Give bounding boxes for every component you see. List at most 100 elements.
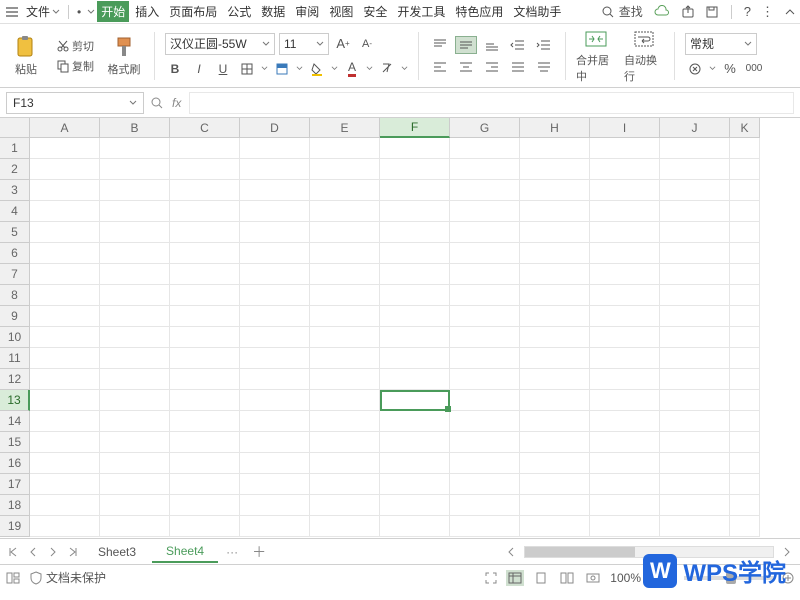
fill-color-button[interactable] [307,59,327,79]
cell-D10[interactable] [240,327,310,348]
cell-K15[interactable] [730,432,760,453]
cell-B8[interactable] [100,285,170,306]
cell-G19[interactable] [450,516,520,537]
cell-F19[interactable] [380,516,450,537]
tab-doc-helper[interactable]: 文档助手 [509,1,565,22]
cell-G9[interactable] [450,306,520,327]
cell-E14[interactable] [310,411,380,432]
cell-E10[interactable] [310,327,380,348]
tab-page-layout[interactable]: 页面布局 [165,1,221,22]
cell-J10[interactable] [660,327,730,348]
cell-A6[interactable] [30,243,100,264]
cell-A1[interactable] [30,138,100,159]
cell-D2[interactable] [240,159,310,180]
cell-F8[interactable] [380,285,450,306]
tab-review[interactable]: 审阅 [291,1,323,22]
cell-I12[interactable] [590,369,660,390]
row-header-5[interactable]: 5 [0,222,30,243]
collapse-ribbon-icon[interactable] [784,6,796,18]
row-header-17[interactable]: 17 [0,474,30,495]
cell-K1[interactable] [730,138,760,159]
cell-J12[interactable] [660,369,730,390]
cell-C2[interactable] [170,159,240,180]
font-color-button[interactable]: A [342,59,362,79]
help-icon[interactable]: ? [744,4,751,19]
column-header-B[interactable]: B [100,118,170,138]
cell-I14[interactable] [590,411,660,432]
cell-B9[interactable] [100,306,170,327]
cell-H5[interactable] [520,222,590,243]
cell-F11[interactable] [380,348,450,369]
cell-G2[interactable] [450,159,520,180]
cell-G5[interactable] [450,222,520,243]
cell-K9[interactable] [730,306,760,327]
cell-I19[interactable] [590,516,660,537]
cell-H6[interactable] [520,243,590,264]
cell-A14[interactable] [30,411,100,432]
cloud-sync-icon[interactable] [653,5,671,19]
cell-I17[interactable] [590,474,660,495]
halign-right-button[interactable] [481,58,503,76]
cell-E2[interactable] [310,159,380,180]
cell-C17[interactable] [170,474,240,495]
cell-I5[interactable] [590,222,660,243]
cell-K7[interactable] [730,264,760,285]
overflow-dot[interactable]: • [73,5,85,19]
cell-J9[interactable] [660,306,730,327]
row-header-8[interactable]: 8 [0,285,30,306]
row-header-1[interactable]: 1 [0,138,30,159]
cell-J6[interactable] [660,243,730,264]
cell-G1[interactable] [450,138,520,159]
bold-button[interactable]: B [165,59,185,79]
cell-A7[interactable] [30,264,100,285]
cell-E5[interactable] [310,222,380,243]
zoom-text[interactable]: 100% [610,571,641,585]
row-header-14[interactable]: 14 [0,411,30,432]
cell-E4[interactable] [310,201,380,222]
cell-H17[interactable] [520,474,590,495]
valign-top-button[interactable] [429,36,451,54]
cell-K2[interactable] [730,159,760,180]
cell-C11[interactable] [170,348,240,369]
cell-D16[interactable] [240,453,310,474]
cell-G10[interactable] [450,327,520,348]
cell-K5[interactable] [730,222,760,243]
cell-E6[interactable] [310,243,380,264]
cell-B1[interactable] [100,138,170,159]
row-header-16[interactable]: 16 [0,453,30,474]
column-header-K[interactable]: K [730,118,760,138]
hscroll-thumb[interactable] [525,547,635,557]
tab-security[interactable]: 安全 [359,1,391,22]
column-header-F[interactable]: F [380,118,450,138]
zoom-out-button[interactable] [664,572,676,584]
cell-E16[interactable] [310,453,380,474]
cell-K3[interactable] [730,180,760,201]
row-header-9[interactable]: 9 [0,306,30,327]
cell-I3[interactable] [590,180,660,201]
cell-D8[interactable] [240,285,310,306]
cell-B6[interactable] [100,243,170,264]
cell-F9[interactable] [380,306,450,327]
fullscreen-icon[interactable] [484,571,498,585]
cell-G4[interactable] [450,201,520,222]
cell-H10[interactable] [520,327,590,348]
sheet-tab-sheet4[interactable]: Sheet4 [152,540,218,563]
cell-C6[interactable] [170,243,240,264]
cell-G11[interactable] [450,348,520,369]
currency-button[interactable] [685,59,705,79]
cell-B4[interactable] [100,201,170,222]
cell-D11[interactable] [240,348,310,369]
file-menu[interactable]: 文件 [22,3,64,20]
tab-next-icon[interactable] [44,543,62,561]
cell-K6[interactable] [730,243,760,264]
cell-G13[interactable] [450,390,520,411]
cell-J4[interactable] [660,201,730,222]
more-icon[interactable]: ⋮ [761,4,774,20]
cell-A16[interactable] [30,453,100,474]
cell-B18[interactable] [100,495,170,516]
cell-B2[interactable] [100,159,170,180]
paste-button[interactable]: 粘贴 [6,28,46,84]
cell-I4[interactable] [590,201,660,222]
row-header-2[interactable]: 2 [0,159,30,180]
cell-K4[interactable] [730,201,760,222]
